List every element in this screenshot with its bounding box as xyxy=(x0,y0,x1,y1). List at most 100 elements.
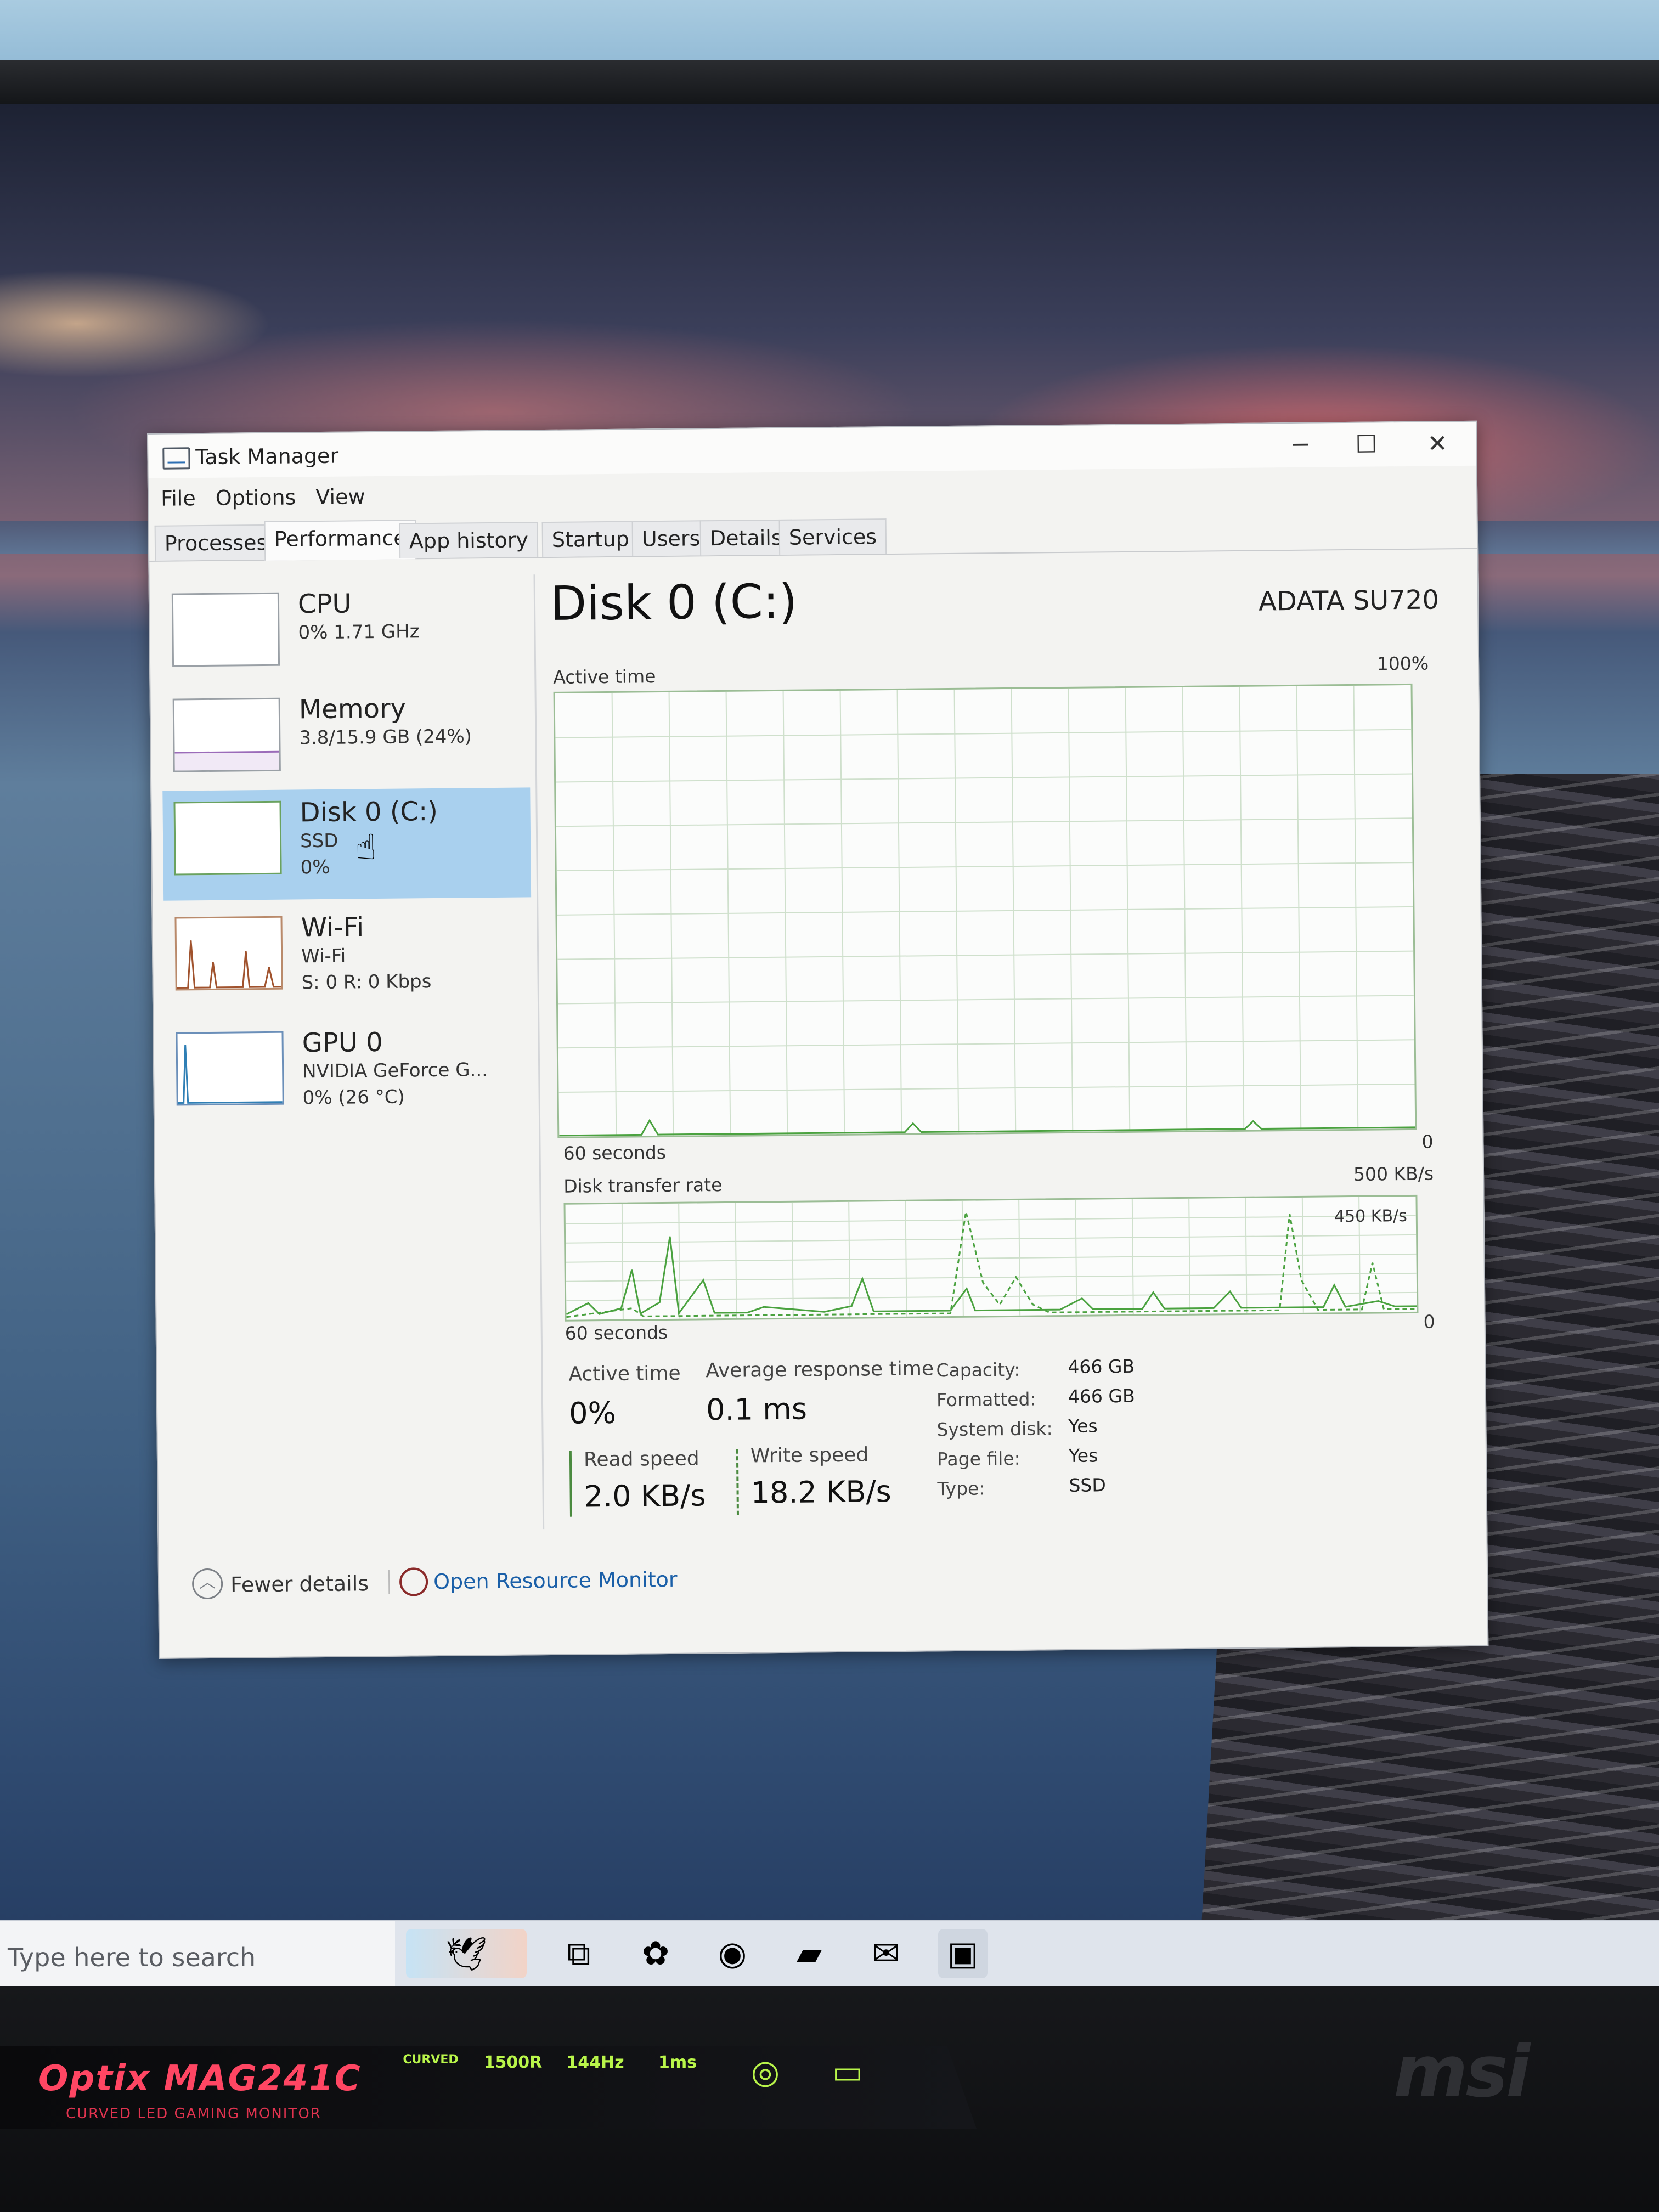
sidebar-item-title: Disk 0 (C:) xyxy=(300,795,438,828)
transfer-rate-graph: 450 KB/s xyxy=(563,1194,1419,1322)
sidebar-item-disk[interactable]: Disk 0 (C:) SSD 0% ☝ xyxy=(162,787,532,901)
disk-model: ADATA SU720 xyxy=(1258,584,1440,617)
type-value: SSD xyxy=(1069,1474,1106,1496)
taskbar-search-box[interactable]: Type here to search xyxy=(0,1921,395,1987)
graph-gridline xyxy=(556,862,1413,872)
disk-title: Disk 0 (C:) xyxy=(550,574,798,631)
graph-gridline xyxy=(558,1084,1415,1093)
sidebar-item-detail: 3.8/15.9 GB (24%) xyxy=(299,725,472,749)
minimize-button[interactable]: ─ xyxy=(1273,427,1328,463)
task-manager-taskbar-icon[interactable]: ▣ xyxy=(938,1929,988,1978)
menu-view[interactable]: View xyxy=(315,484,365,509)
active-time-graph-canvas xyxy=(555,685,1415,1137)
menu-options[interactable]: Options xyxy=(216,485,296,510)
graph-gridline xyxy=(558,995,1414,1005)
photo-scene: Task Manager ─ ☐ ✕ File Options View Pro… xyxy=(0,0,1659,2212)
capacity-label: Capacity: xyxy=(936,1358,1020,1381)
write-speed-label: Write speed xyxy=(750,1443,869,1468)
footer-divider xyxy=(388,1570,390,1594)
edge-browser-icon[interactable]: ◉ xyxy=(708,1929,757,1978)
avg-response-label: Average response time xyxy=(706,1357,934,1383)
tab-performance[interactable]: Performance xyxy=(264,520,417,561)
graph-trace xyxy=(559,1119,1415,1137)
tab-services[interactable]: Services xyxy=(778,518,887,555)
system-disk-label: System disk: xyxy=(936,1418,1053,1441)
msi-logo: msi xyxy=(1393,2030,1530,2113)
taskbar: Type here to search 🕊 ⧉ ✿ ◉ ▰ ✉ ▣ xyxy=(0,1920,1659,1987)
graph-gridline xyxy=(558,1039,1414,1049)
type-label: Type: xyxy=(937,1477,985,1500)
capacity-value: 466 GB xyxy=(1068,1355,1135,1378)
sidebar-item-title: GPU 0 xyxy=(302,1026,383,1059)
graph-gridline xyxy=(566,1272,1417,1282)
window-footer: ︿ Fewer details Open Resource Monitor xyxy=(159,1541,1487,1620)
read-speed-value: 2.0 KB/s xyxy=(584,1478,706,1514)
read-speed-label: Read speed xyxy=(583,1447,699,1471)
sidebar-item-gpu[interactable]: GPU 0 NVIDIA GeForce G... 0% (26 °C) xyxy=(165,1018,533,1131)
page-file-label: Page file: xyxy=(936,1447,1020,1470)
memory-thumbnail xyxy=(172,697,281,772)
performance-sidebar: CPU 0% 1.71 GHz Memory 3.8/15.9 GB (24%)… xyxy=(160,568,543,1559)
sidebar-item-usage: 0% xyxy=(300,856,330,879)
avg-response-value: 0.1 ms xyxy=(706,1391,808,1427)
sidebar-item-title: Memory xyxy=(298,693,407,725)
sidebar-item-title: CPU xyxy=(297,588,352,620)
feature-badge-curved: CURVED xyxy=(403,2053,459,2067)
search-highlight-icon[interactable]: 🕊 xyxy=(406,1929,527,1978)
active-time-graph xyxy=(553,683,1417,1138)
sidebar-item-detail: SSD xyxy=(300,830,338,853)
wifi-activity-icon xyxy=(177,940,281,989)
write-speed-value: 18.2 KB/s xyxy=(751,1474,892,1510)
file-explorer-icon[interactable]: ▰ xyxy=(785,1929,834,1978)
copilot-icon[interactable]: ✿ xyxy=(631,1929,680,1978)
close-button[interactable]: ✕ xyxy=(1410,426,1465,462)
transfer-rate-graph-min: 0 xyxy=(1423,1311,1435,1333)
menu-bar: File Options View xyxy=(149,477,365,518)
maximize-button[interactable]: ☐ xyxy=(1339,427,1394,462)
search-placeholder: Type here to search xyxy=(8,1943,256,1972)
tab-bar: Processes Performance App history Startu… xyxy=(149,509,1477,562)
graph-gridline xyxy=(555,729,1412,738)
active-time-stat-label: Active time xyxy=(568,1362,681,1386)
task-view-icon[interactable]: ⧉ xyxy=(554,1929,603,1978)
tab-users[interactable]: Users xyxy=(631,520,710,556)
menu-file[interactable]: File xyxy=(161,486,196,511)
sidebar-item-throughput: S: 0 R: 0 Kbps xyxy=(301,970,432,994)
tab-processes[interactable]: Processes xyxy=(154,524,278,561)
task-manager-window[interactable]: Task Manager ─ ☐ ✕ File Options View Pro… xyxy=(147,420,1489,1659)
fewer-details-link[interactable]: Fewer details xyxy=(230,1571,369,1596)
transfer-rate-graph-max: 500 KB/s xyxy=(1353,1163,1434,1185)
taskbar-icons: 🕊 ⧉ ✿ ◉ ▰ ✉ ▣ xyxy=(406,1928,988,1979)
active-time-graph-min: 0 xyxy=(1421,1131,1434,1153)
sidebar-item-temperature: 0% (26 °C) xyxy=(302,1086,405,1109)
sidebar-item-detail: Wi-Fi xyxy=(301,945,346,968)
sidebar-item-memory[interactable]: Memory 3.8/15.9 GB (24%) xyxy=(161,684,530,797)
tab-app-history[interactable]: App history xyxy=(399,522,539,558)
active-time-graph-max: 100% xyxy=(1376,652,1429,675)
read-speed-legend-line xyxy=(569,1451,572,1517)
write-speed-legend-line xyxy=(736,1449,739,1515)
cpu-thumbnail xyxy=(171,592,280,667)
active-time-stat-value: 0% xyxy=(568,1395,617,1431)
outlook-icon[interactable]: ✉ xyxy=(861,1929,911,1978)
monitor-model-name: Optix MAG241C xyxy=(38,2058,362,2099)
graph-gridline xyxy=(566,1253,1417,1263)
transfer-rate-graph-label: Disk transfer rate xyxy=(563,1174,723,1197)
resource-monitor-icon[interactable] xyxy=(399,1567,428,1596)
system-disk-value: Yes xyxy=(1068,1415,1098,1437)
sidebar-item-wifi[interactable]: Wi-Fi Wi-Fi S: 0 R: 0 Kbps xyxy=(163,902,532,1015)
transfer-rate-graph-duration: 60 seconds xyxy=(565,1321,668,1344)
sidebar-item-cpu[interactable]: CPU 0% 1.71 GHz xyxy=(161,579,529,692)
graph-gridline xyxy=(557,950,1414,960)
transfer-rate-graph-canvas xyxy=(565,1197,1417,1319)
page-file-value: Yes xyxy=(1068,1444,1098,1466)
graph-gridline xyxy=(566,1234,1417,1244)
tab-startup[interactable]: Startup xyxy=(541,521,640,557)
disk-panel: Disk 0 (C:) ADATA SU720 Active time 100%… xyxy=(550,559,1470,1544)
task-manager-icon xyxy=(162,447,190,470)
graph-trace xyxy=(566,1211,1417,1318)
sidebar-item-title: Wi-Fi xyxy=(301,912,364,944)
open-resource-monitor-link[interactable]: Open Resource Monitor xyxy=(433,1567,678,1594)
chevron-up-icon[interactable]: ︿ xyxy=(191,1568,223,1600)
monitor-tagline: CURVED LED GAMING MONITOR xyxy=(66,2106,321,2122)
